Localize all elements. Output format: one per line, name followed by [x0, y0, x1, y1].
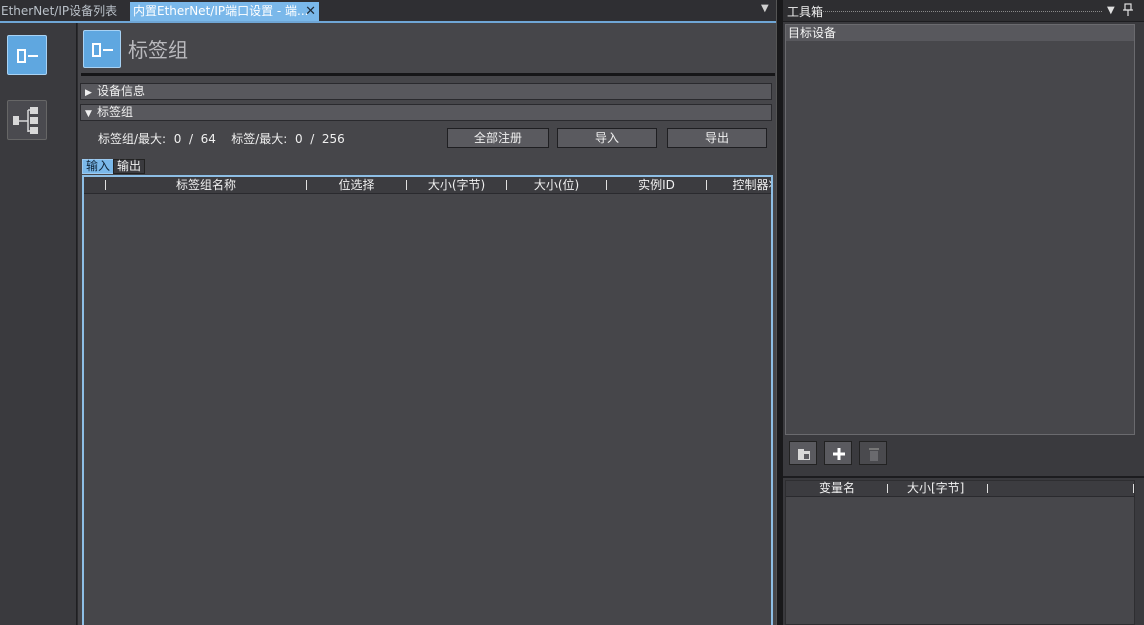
toolbox-title: 工具箱	[787, 5, 824, 19]
target-device-row[interactable]: 目标设备	[786, 25, 1134, 41]
page-title: 标签组	[128, 38, 188, 62]
toolbox-device-list[interactable]: 目标设备	[785, 24, 1135, 435]
register-all-button[interactable]: 全部注册	[447, 128, 549, 148]
tag-count-value: 0 / 256	[294, 132, 345, 146]
expand-caret-icon: ▶	[85, 88, 92, 98]
column-variable-name[interactable]: 变量名	[819, 481, 855, 496]
tag-group-glyph-icon	[92, 43, 113, 57]
toolbox-grip[interactable]	[819, 11, 1102, 12]
left-navigation-strip	[0, 23, 77, 625]
collapse-caret-icon: ▼	[85, 109, 92, 119]
panel-splitter[interactable]	[776, 0, 783, 625]
toolbox-header: 工具箱 ▼	[783, 0, 1144, 22]
tag-group-main-panel: 标签组 ▶ 设备信息 ▼ 标签组 标签组/最大: 0 / 64 标签/最大: 0 /…	[78, 23, 776, 625]
group-count-label: 标签组/最大:	[98, 132, 167, 146]
tab-ethernet-ip-device-list[interactable]: EtherNet/IP设备列表	[0, 2, 126, 21]
add-button[interactable]	[824, 441, 852, 465]
import-button[interactable]: 导入	[557, 128, 657, 148]
toolbox-dropdown-icon[interactable]: ▼	[1107, 5, 1115, 16]
column-separator[interactable]	[1133, 484, 1134, 493]
variable-table[interactable]: 变量名 大小[字节]	[785, 480, 1135, 625]
column-separator[interactable]	[987, 484, 988, 493]
tab-builtin-ethernet-ip-port-settings[interactable]: 内置EtherNet/IP端口设置 - 端... ✕	[130, 2, 319, 21]
tab-list-dropdown-icon[interactable]: ▼	[761, 3, 769, 14]
delete-button[interactable]	[859, 441, 887, 465]
page-tag-group-icon	[83, 30, 121, 68]
plus-icon	[833, 448, 845, 460]
trash-icon	[869, 448, 879, 461]
document-tab-bar: EtherNet/IP设备列表 内置EtherNet/IP端口设置 - 端...…	[0, 0, 776, 23]
tag-group-grid[interactable]: 标签组名称 位选择 大小(字节) 大小(位) 实例ID 控制器状	[82, 175, 773, 625]
folder-icon	[798, 449, 810, 460]
tab-active-label: 内置EtherNet/IP端口设置 - 端...	[133, 4, 309, 18]
pin-glyph-icon	[1123, 3, 1133, 16]
section-tag-group-label: 标签组	[97, 105, 134, 119]
variable-table-header: 变量名 大小[字节]	[786, 481, 1134, 497]
subtab-input[interactable]: 输入	[82, 159, 115, 174]
toolbox-divider	[783, 476, 1144, 478]
grid-header: 标签组名称 位选择 大小(字节) 大小(位) 实例ID 控制器状	[84, 177, 771, 194]
column-tag-group-name[interactable]: 标签组名称	[106, 177, 306, 193]
group-count-value: 0 / 64	[173, 132, 216, 146]
section-device-info[interactable]: ▶ 设备信息	[80, 83, 772, 100]
column-bit-select[interactable]: 位选择	[307, 177, 406, 193]
connection-tree-icon	[13, 107, 38, 134]
nav-tag-group-button[interactable]	[7, 35, 47, 75]
tag-count-label: 标签/最大:	[231, 132, 288, 146]
section-tag-group[interactable]: ▼ 标签组	[80, 104, 772, 121]
column-instance-id[interactable]: 实例ID	[607, 177, 706, 193]
section-device-info-label: 设备信息	[97, 84, 146, 98]
toolbox-panel: 工具箱 ▼ 目标设备 变量名 大小[字节]	[783, 0, 1144, 625]
export-button[interactable]: 导出	[667, 128, 767, 148]
column-size-bytes-toolbox[interactable]: 大小[字节]	[907, 481, 964, 496]
tag-group-icon	[17, 49, 38, 63]
subtab-output[interactable]: 输出	[113, 159, 146, 174]
tag-counts: 标签组/最大: 0 / 64 标签/最大: 0 / 256	[98, 130, 345, 147]
column-size-bytes[interactable]: 大小(字节)	[407, 177, 506, 193]
column-size-bits[interactable]: 大小(位)	[507, 177, 606, 193]
folder-button[interactable]	[789, 441, 817, 465]
nav-connection-settings-button[interactable]	[7, 100, 47, 140]
title-divider	[81, 73, 775, 76]
column-controller-status[interactable]: 控制器状	[707, 177, 771, 193]
column-separator[interactable]	[887, 484, 888, 493]
pin-icon[interactable]	[1123, 3, 1133, 20]
close-icon[interactable]: ✕	[305, 2, 316, 21]
